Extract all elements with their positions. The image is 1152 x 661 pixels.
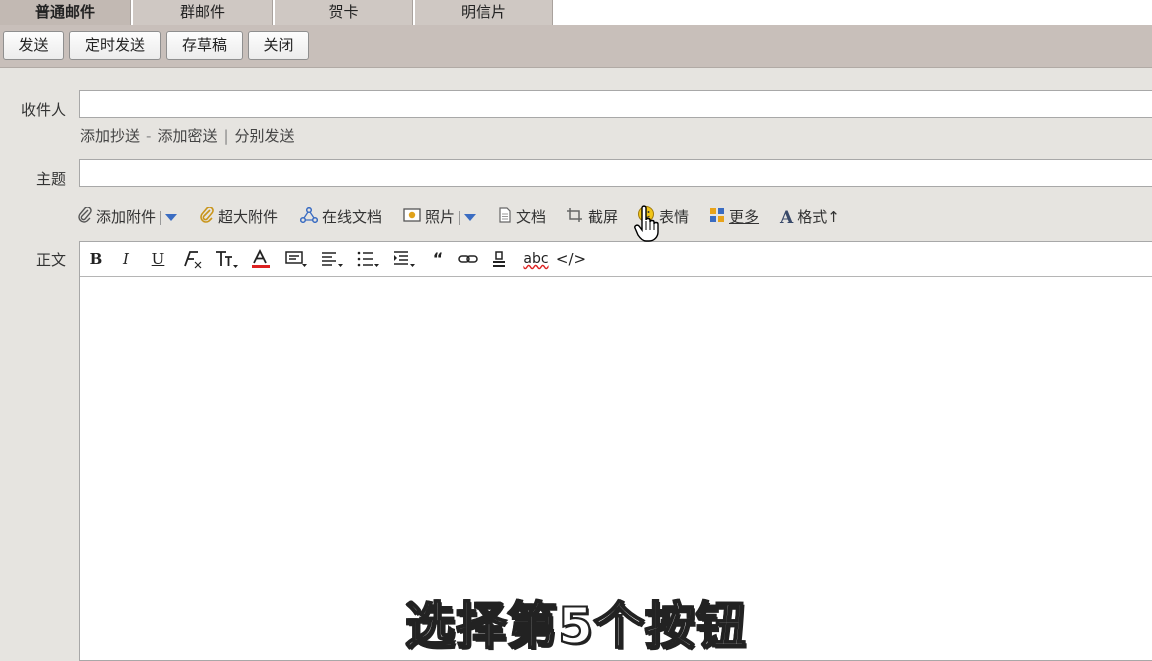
share-nodes-icon [299,206,319,230]
font-family-button[interactable] [180,249,204,269]
divider [459,210,461,225]
compose-action-bar: 发送 定时发送 存草稿 关闭 [0,25,1152,68]
save-draft-button[interactable]: 存草稿 [166,31,243,60]
video-subtitle: 选择第5个按钮 [404,596,747,656]
bullet-list-button[interactable] [356,249,382,269]
tab-postcard[interactable]: 明信片 [415,0,553,25]
grid-icon [709,206,725,230]
compose-type-tabs: 普通邮件 群邮件 贺卡 明信片 [0,0,1152,25]
separator-bar: | [223,127,229,145]
format-label: 格式 [797,208,828,226]
emoji-label: 表情 [659,208,690,226]
font-size-button[interactable] [214,249,240,269]
divider [160,210,162,225]
background-color-button[interactable] [284,249,308,269]
underline-button[interactable]: U [150,249,166,269]
screenshot-button[interactable]: 截屏 [566,205,618,229]
add-bcc-link[interactable]: 添加密送 [157,127,217,145]
scheduled-send-button[interactable]: 定时发送 [69,31,161,60]
tab-greeting-card[interactable]: 贺卡 [275,0,413,25]
hand-cursor-icon [634,204,660,246]
body-label: 正文 [35,251,66,269]
tab-normal-mail[interactable]: 普通邮件 [0,0,131,25]
to-label: 收件人 [20,101,66,119]
eraser-icon [493,251,505,267]
clear-format-button[interactable] [490,249,508,269]
document-button[interactable]: 文档 [498,205,546,229]
subject-label: 主题 [35,170,66,188]
source-code-button[interactable]: </> [555,249,587,269]
spellcheck-button[interactable]: abc [521,249,551,269]
align-button[interactable] [320,249,346,269]
font-family-icon [184,251,202,269]
document-icon [498,206,512,230]
online-docs-button[interactable]: 在线文档 [299,205,383,230]
font-size-icon [216,251,238,268]
add-attachment-button[interactable]: 添加附件 [78,205,178,230]
photos-button[interactable]: 照片 [403,205,477,230]
bold-button[interactable]: B [88,249,104,269]
send-button[interactable]: 发送 [3,31,64,60]
crop-icon [566,206,584,230]
paperclip-gold-icon [200,205,214,230]
photos-label: 照片 [425,208,456,226]
more-button[interactable]: 更多 [709,205,759,229]
font-color-icon [252,248,270,268]
quote-icon: “ [432,249,444,268]
font-color-button[interactable] [250,248,274,269]
screenshot-label: 截屏 [588,208,619,226]
online-docs-label: 在线文档 [322,208,383,226]
indent-icon [394,251,415,267]
italic-button[interactable]: I [118,249,134,269]
format-button[interactable]: A 格式↑ [780,205,840,229]
highlight-icon [285,251,307,267]
tab-group-mail[interactable]: 群邮件 [133,0,273,25]
bullet-list-icon [357,251,379,267]
link-button[interactable] [457,249,479,269]
document-label: 文档 [516,208,547,226]
quote-button[interactable]: “ [430,249,446,269]
large-attachment-label: 超大附件 [218,208,279,226]
separator-dash: - [146,127,152,145]
chevron-down-icon[interactable] [464,214,477,221]
close-button[interactable]: 关闭 [248,31,309,60]
paperclip-icon [78,205,92,230]
toggle-arrow-icon: ↑ [827,208,840,226]
font-format-icon: A [780,207,794,228]
photo-icon [403,206,421,230]
recipient-options: 添加抄送 - 添加密送 | 分别发送 [80,125,295,146]
align-left-icon [322,252,343,267]
separate-send-link[interactable]: 分别发送 [235,127,295,145]
to-input[interactable] [79,90,1152,118]
indent-button[interactable] [392,249,418,269]
large-attachment-button[interactable]: 超大附件 [200,205,278,229]
add-cc-link[interactable]: 添加抄送 [80,127,140,145]
chevron-down-icon[interactable] [165,214,178,221]
add-attachment-label: 添加附件 [96,208,157,226]
link-icon [458,255,478,263]
subject-input[interactable] [79,159,1152,187]
more-label: 更多 [729,208,760,226]
editor-format-toolbar: B I U “ abc </> [80,242,1152,277]
